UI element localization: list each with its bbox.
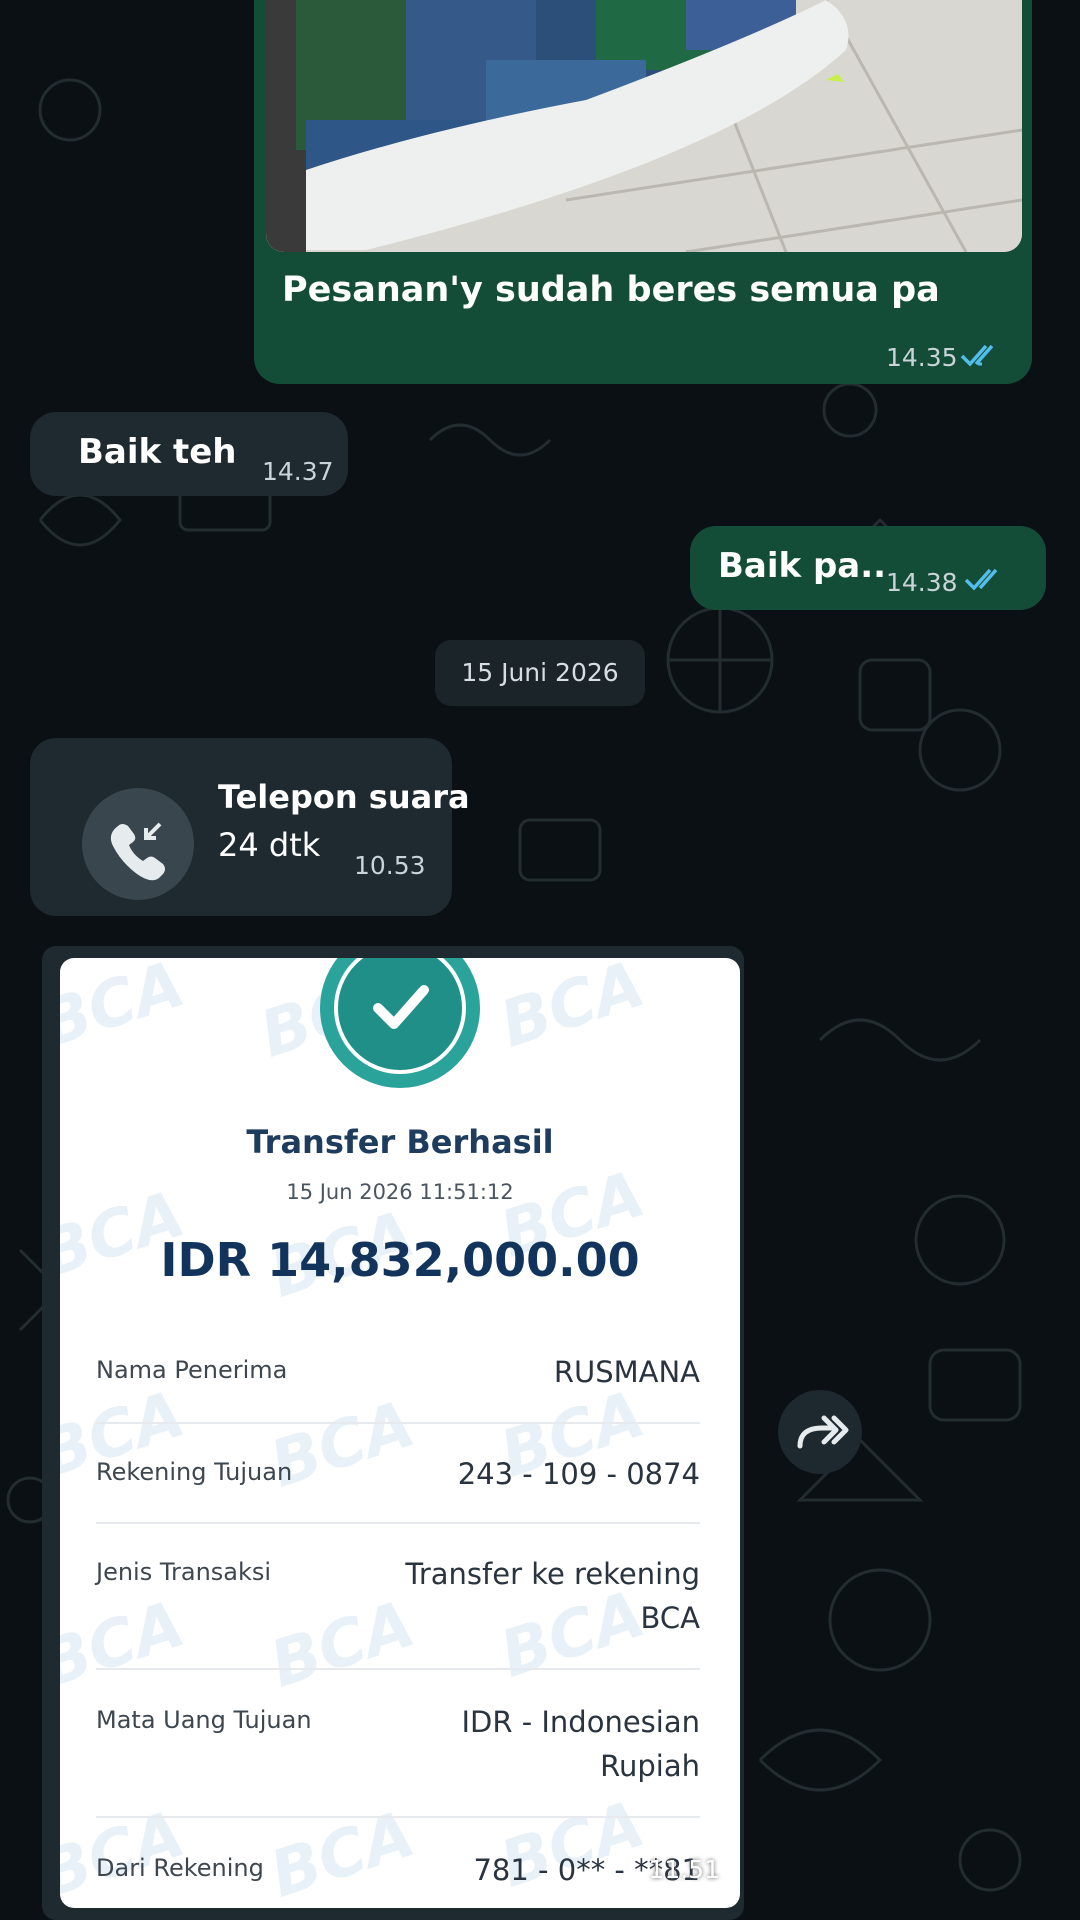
incoming-call-icon <box>110 822 165 881</box>
transaction-type-label: Jenis Transaksi <box>96 1558 272 1586</box>
incoming-message-bubble[interactable]: Baik teh 14.37 <box>30 412 348 496</box>
photo-caption: Pesanan'y sudah beres semua pa <box>282 270 940 310</box>
destination-account-value: 243 - 109 - 0874 <box>457 1457 700 1491</box>
bca-watermark: BCA <box>60 958 194 1063</box>
source-account-label: Dari Rekening <box>96 1854 264 1882</box>
divider <box>96 1522 700 1524</box>
message-time: 14.38 <box>886 568 958 597</box>
recipient-name-label: Nama Penerima <box>96 1356 288 1384</box>
message-time: 14.35 <box>886 343 958 372</box>
bca-watermark: BCA <box>262 1797 424 1908</box>
destination-currency-value: IDR - Indonesian Rupiah <box>461 1705 700 1783</box>
transfer-status: Transfer Berhasil <box>246 1123 554 1161</box>
bca-watermark: BCA <box>262 1587 424 1703</box>
outgoing-message-bubble[interactable]: Baik pa.. 14.38 <box>690 526 1046 610</box>
recipient-name-value: RUSMANA <box>553 1355 700 1389</box>
message-text: Baik pa.. <box>718 546 887 586</box>
bca-watermark: BCA <box>492 958 654 1063</box>
order-photo-image <box>266 0 1022 252</box>
call-title: Telepon suara <box>218 778 470 816</box>
message-time: 10.53 <box>354 851 426 880</box>
destination-account-label: Rekening Tujuan <box>96 1458 293 1486</box>
divider <box>96 1422 700 1424</box>
divider <box>96 1816 700 1818</box>
bca-watermark: BCA <box>60 1587 194 1703</box>
forward-icon <box>797 1415 849 1449</box>
forward-button[interactable] <box>778 1390 862 1474</box>
destination-currency-label: Mata Uang Tujuan <box>96 1706 312 1734</box>
message-time: 14.37 <box>262 457 334 486</box>
double-check-icon <box>964 568 998 591</box>
call-icon-circle <box>82 788 194 900</box>
message-text: Baik teh <box>78 432 237 472</box>
transaction-type-value: Transfer ke rekening BCA <box>405 1557 700 1635</box>
double-check-icon <box>960 344 994 367</box>
transfer-amount: IDR 14,832,000.00 <box>160 1233 640 1287</box>
date-separator: 15 Juni 2026 <box>435 640 645 706</box>
call-duration: 24 dtk <box>218 826 321 864</box>
divider <box>96 1668 700 1670</box>
photo-message-bubble[interactable]: Pesanan'y sudah beres semua pa 14.35 <box>254 0 1032 384</box>
check-circle-icon <box>373 985 429 1029</box>
message-time: 11.51 <box>648 1855 720 1884</box>
success-badge <box>320 958 480 1088</box>
transfer-datetime: 15 Jun 2026 11:51:12 <box>286 1180 514 1204</box>
order-photo[interactable] <box>266 0 1022 252</box>
transfer-receipt-image[interactable]: BCA BCA BCA BCA BCA BCA BCA BCA BCA BCA … <box>60 958 740 1908</box>
bca-watermark: BCA <box>60 1797 194 1908</box>
date-separator-label: 15 Juni 2026 <box>461 658 619 687</box>
